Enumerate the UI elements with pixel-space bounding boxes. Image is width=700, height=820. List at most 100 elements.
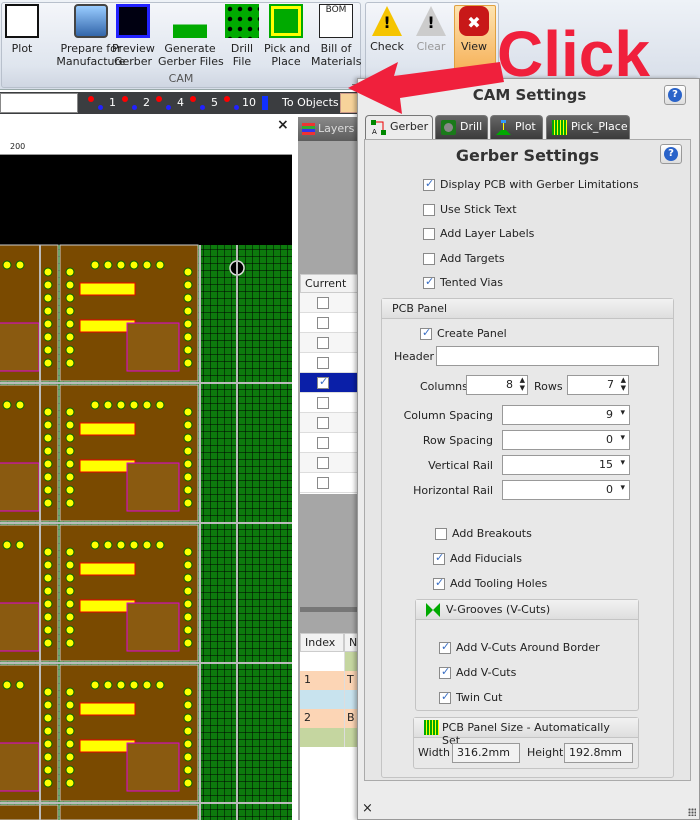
tab-pick-place[interactable]: Pick_Place — [546, 115, 630, 139]
option-add-fiducials[interactable]: Add Fiducials — [433, 551, 522, 565]
resize-grip[interactable] — [688, 808, 696, 816]
layer-row[interactable] — [300, 473, 358, 493]
layer-row[interactable] — [300, 313, 358, 333]
grid-icon-dot — [234, 105, 239, 110]
current-layer-checkbox[interactable] — [317, 317, 329, 329]
tab-drill[interactable]: Drill — [435, 115, 488, 139]
table-row[interactable]: 2B — [300, 709, 358, 728]
option-checkbox[interactable] — [439, 690, 451, 704]
option-add-breakouts[interactable]: Add Breakouts — [435, 527, 532, 540]
layer-row[interactable] — [300, 353, 358, 373]
current-layer-checkbox[interactable] — [317, 477, 329, 489]
grid-4-button[interactable]: 4 — [156, 92, 188, 114]
pcb-pad — [65, 472, 75, 482]
name-cell: T — [344, 671, 358, 690]
current-layer-checkbox[interactable] — [317, 457, 329, 469]
ribbon-button-pick-place[interactable]: Pick and Place — [264, 4, 310, 68]
option-checkbox[interactable] — [423, 177, 435, 191]
option-checkbox[interactable] — [423, 228, 435, 241]
ribbon-button-drill-file[interactable]: Drill File — [224, 4, 260, 68]
option-use-stick-text[interactable]: Use Stick Text — [423, 203, 517, 216]
layer-row[interactable] — [300, 433, 358, 453]
pcb-pad — [183, 332, 193, 342]
current-layer-checkbox[interactable] — [317, 337, 329, 349]
layer-row[interactable] — [300, 293, 358, 313]
rows-stepper[interactable]: 7 ▲ ▼ — [567, 375, 629, 395]
layer-row[interactable] — [300, 393, 358, 413]
row-spacing-dropdown[interactable]: 0 — [502, 430, 630, 450]
ribbon-button-plot[interactable]: Plot — [2, 4, 42, 55]
option-checkbox[interactable] — [433, 551, 445, 565]
pcb-pad — [43, 345, 53, 355]
layer-row[interactable] — [300, 453, 358, 473]
current-layer-checkbox[interactable] — [317, 437, 329, 449]
option-add-tooling-holes[interactable]: Add Tooling Holes — [433, 576, 547, 590]
pcb-pad — [129, 260, 139, 270]
grid-5-button[interactable]: 5 — [190, 92, 222, 114]
option-add-v-cuts[interactable]: Add V-Cuts — [439, 665, 516, 679]
toolbar-input[interactable] — [0, 93, 78, 113]
layer-row[interactable] — [300, 333, 358, 353]
create-panel-checkbox[interactable]: Create Panel — [420, 326, 507, 340]
spinner-icon[interactable]: ▲ ▼ — [520, 376, 525, 392]
option-display-pcb-with-gerber-limitations[interactable]: Display PCB with Gerber Limitations — [423, 177, 639, 191]
dialog-close-icon[interactable]: × — [362, 801, 373, 816]
option-tented-vias[interactable]: Tented Vias — [423, 275, 503, 290]
current-layer-checkbox[interactable] — [317, 375, 329, 389]
option-checkbox[interactable] — [435, 528, 447, 540]
option-checkbox[interactable] — [423, 275, 435, 290]
ribbon-button-preview-gerber[interactable]: Preview Gerber — [112, 4, 155, 68]
columns-stepper[interactable]: 8 ▲ ▼ — [466, 375, 528, 395]
option-checkbox[interactable] — [423, 203, 435, 216]
table-row[interactable]: 1T — [300, 671, 358, 690]
create-panel-check[interactable] — [420, 326, 432, 340]
help-icon: ? — [664, 147, 678, 161]
ribbon-button-generate-gerber[interactable]: Generate Gerber Files — [158, 4, 224, 68]
layers-tab[interactable]: Layers — [298, 117, 358, 141]
to-objects-button[interactable]: To Objects — [282, 96, 339, 109]
cam-group-label: CAM — [168, 72, 194, 85]
pcb-pad — [142, 680, 152, 690]
table-row[interactable] — [300, 690, 358, 709]
option-add-targets[interactable]: Add Targets — [423, 252, 505, 265]
pcb-canvas[interactable]: 200 — [0, 137, 292, 820]
option-checkbox[interactable] — [439, 665, 451, 679]
dropdown-value: 0 — [606, 483, 613, 496]
spinner-icon[interactable]: ▲ ▼ — [621, 376, 626, 392]
close-canvas-icon[interactable]: × — [277, 117, 289, 133]
option-twin-cut[interactable]: Twin Cut — [439, 690, 502, 704]
dialog-help-button[interactable]: ? — [664, 85, 686, 105]
gerber-help-button[interactable]: ? — [660, 144, 682, 164]
current-layer-checkbox[interactable] — [317, 297, 329, 309]
grid-2-button[interactable]: 2 — [122, 92, 154, 114]
table-row[interactable] — [300, 652, 358, 671]
grid-10-button[interactable]: 10 — [224, 92, 256, 114]
pcb-pad — [65, 446, 75, 456]
pcb-pad — [43, 446, 53, 456]
header-input[interactable] — [436, 346, 659, 366]
option-checkbox[interactable] — [423, 252, 435, 265]
vertical-rail-dropdown[interactable]: 15 — [502, 455, 630, 475]
grid-icon-dot — [132, 105, 137, 110]
layer-row[interactable] — [300, 373, 358, 393]
current-layer-checkbox[interactable] — [317, 397, 329, 409]
column-spacing-dropdown[interactable]: 9 — [502, 405, 630, 425]
option-checkbox[interactable] — [433, 576, 445, 590]
splitter[interactable] — [300, 607, 358, 612]
option-label: Add Targets — [440, 251, 505, 265]
grid-icon — [122, 96, 128, 102]
horizontal-rail-dropdown[interactable]: 0 — [502, 480, 630, 500]
table-row[interactable] — [300, 728, 358, 747]
current-layer-checkbox[interactable] — [317, 357, 329, 369]
pcb-pad — [183, 446, 193, 456]
pcb-pad — [43, 726, 53, 736]
tab-plot[interactable]: Plot — [490, 115, 543, 139]
layer-row[interactable] — [300, 413, 358, 433]
grid-1-button[interactable]: 1 — [88, 92, 120, 114]
option-add-layer-labels[interactable]: Add Layer Labels — [423, 227, 534, 241]
option-checkbox[interactable] — [439, 640, 451, 654]
panel-size-group: PCB Panel Size - Automatically Set Width… — [413, 717, 639, 769]
option-add-v-cuts-around-border[interactable]: Add V-Cuts Around Border — [439, 640, 600, 654]
tab-gerber[interactable]: A Gerber — [365, 115, 433, 140]
current-layer-checkbox[interactable] — [317, 417, 329, 429]
